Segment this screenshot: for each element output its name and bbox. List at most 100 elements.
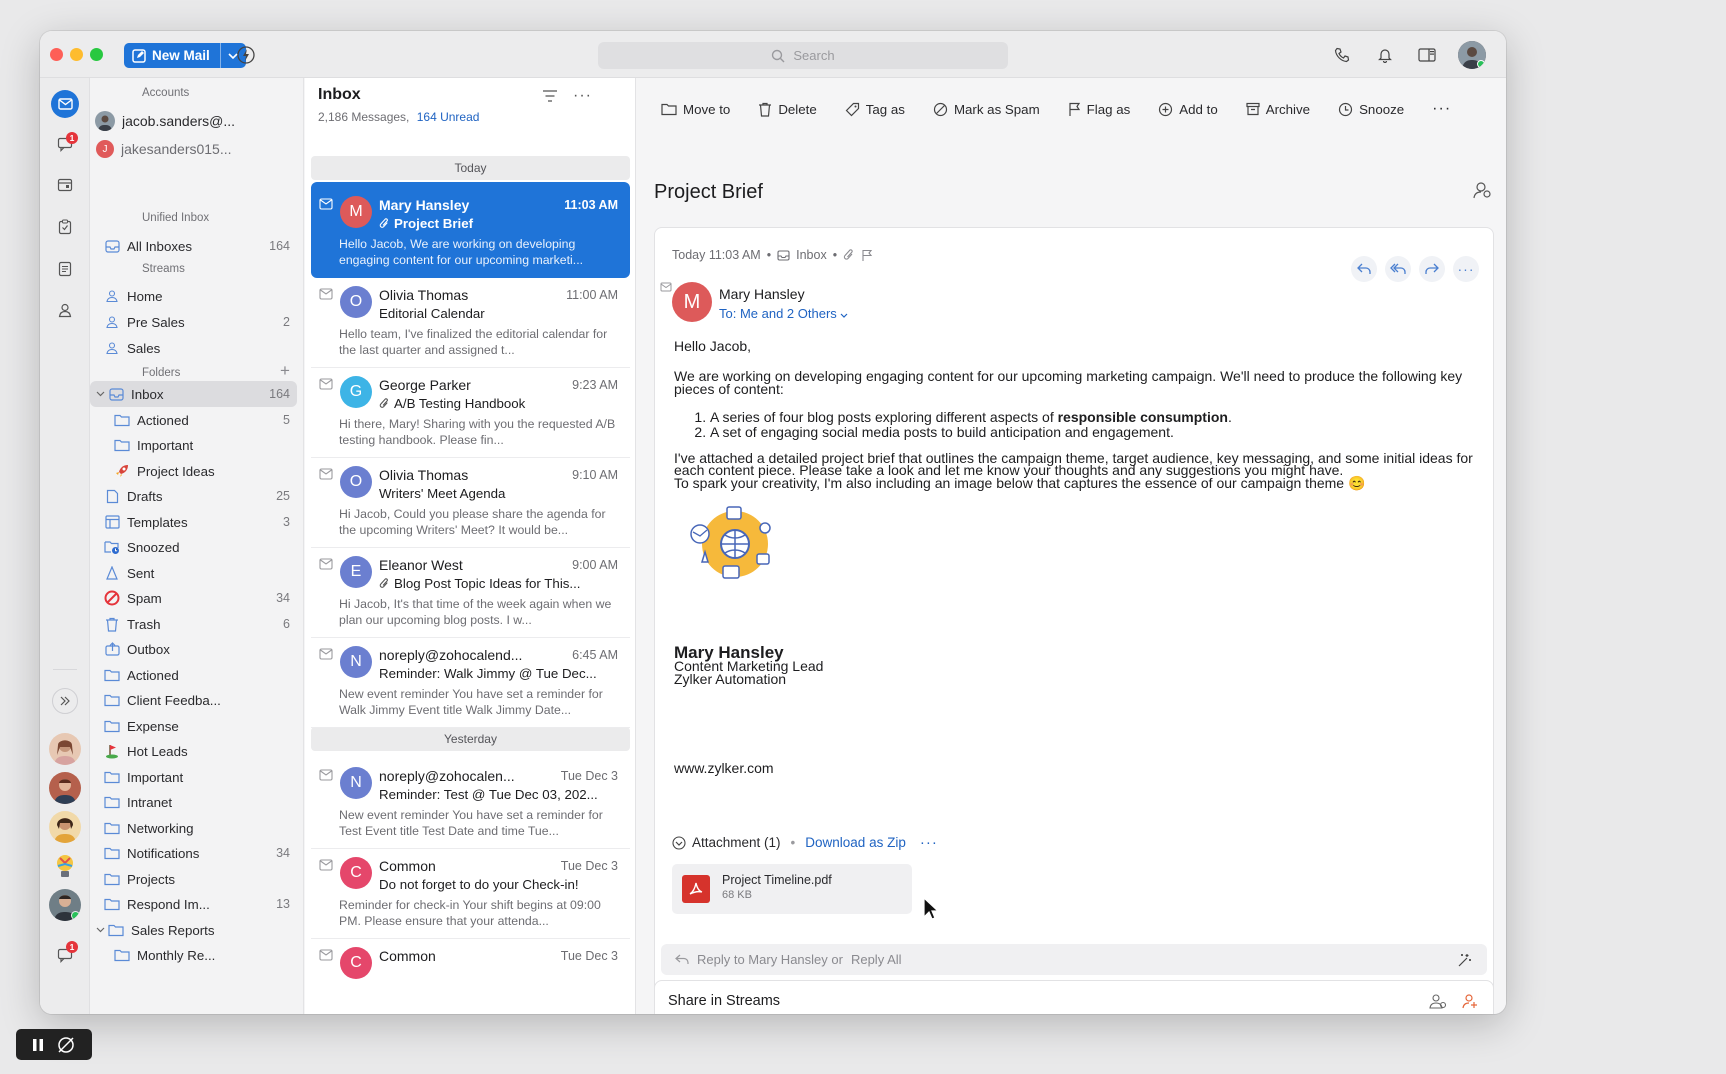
move-to-button[interactable]: Move to xyxy=(661,102,730,117)
add-folder-icon[interactable]: + xyxy=(280,361,290,381)
add-user-icon[interactable] xyxy=(1461,992,1479,1010)
unread-count-link[interactable]: 164 Unread xyxy=(417,110,480,124)
message-row[interactable]: Nnoreply@zohocalen... Tue Dec 3 Reminder: … xyxy=(311,753,630,849)
archive-button[interactable]: Archive xyxy=(1246,102,1310,117)
folder-item[interactable]: Actioned 5 xyxy=(114,407,297,433)
call-button[interactable] xyxy=(1332,45,1352,65)
folder-item[interactable]: Sales Reports xyxy=(90,917,297,943)
recipients-link[interactable]: To: Me and 2 Others xyxy=(719,306,848,321)
account-item-1[interactable]: jacob.sanders@... xyxy=(94,108,297,134)
rail-tasks[interactable] xyxy=(53,215,77,239)
rail-contacts[interactable] xyxy=(53,298,77,322)
download-zip-link[interactable]: Download as Zip xyxy=(805,835,906,850)
user-avatar[interactable] xyxy=(1458,41,1486,69)
folder-item[interactable]: Networking xyxy=(104,815,297,841)
message-row[interactable]: M Mary Hansley 11:03 AM Project Brief Hello … xyxy=(311,182,630,278)
folder-item[interactable]: Sent xyxy=(104,560,297,586)
folder-item[interactable]: Drafts 25 xyxy=(104,483,297,509)
contact-avatar-2[interactable] xyxy=(49,772,81,804)
all-inboxes-item[interactable]: All Inboxes 164 xyxy=(104,233,297,259)
attachment-file[interactable]: Project Timeline.pdf 68 KB xyxy=(672,864,912,914)
folder-item[interactable]: Notifications 34 xyxy=(104,840,297,866)
contact-avatar-5[interactable] xyxy=(49,889,81,921)
rail-notes[interactable] xyxy=(53,257,77,281)
rail-mail[interactable] xyxy=(51,90,79,118)
message-folder[interactable]: Inbox xyxy=(796,248,827,262)
rail-calendar[interactable] xyxy=(53,173,77,197)
new-mail-button[interactable]: New Mail xyxy=(124,43,246,68)
unread-envelope-icon[interactable] xyxy=(319,198,333,210)
filter-button[interactable] xyxy=(542,89,558,108)
snooze-button[interactable]: Snooze xyxy=(1338,102,1404,117)
reply-button[interactable] xyxy=(1351,256,1377,282)
reply-to-label[interactable]: Reply to Mary Hansley or xyxy=(697,952,843,967)
folder-item[interactable]: Actioned xyxy=(104,662,297,688)
quick-reply-bar[interactable]: Reply to Mary Hansley or Reply All xyxy=(661,944,1487,975)
message-row[interactable]: O Olivia Thomas 11:00 AM Editorial Calendar… xyxy=(311,272,630,368)
flag-as-button[interactable]: Flag as xyxy=(1068,102,1130,117)
contact-avatar-1[interactable] xyxy=(49,733,81,765)
delete-button[interactable]: Delete xyxy=(758,102,817,117)
zoom-window-button[interactable] xyxy=(90,48,103,61)
rail-chat[interactable]: 1 xyxy=(53,132,78,156)
folder-item[interactable]: Spam 34 xyxy=(104,585,297,611)
message-row[interactable]: O Olivia Thomas 9:10 AM Writers' Meet Agend… xyxy=(311,452,630,548)
unread-envelope-icon[interactable] xyxy=(319,949,333,961)
close-window-button[interactable] xyxy=(50,48,63,61)
contact-avatar-3[interactable] xyxy=(49,811,81,843)
rail-messages[interactable]: 1 xyxy=(53,941,78,967)
unread-envelope-icon[interactable] xyxy=(319,378,333,390)
stream-item-home[interactable]: Home xyxy=(104,283,297,309)
folder-item[interactable]: Trash 6 xyxy=(104,611,297,637)
magic-wand-icon[interactable] xyxy=(1457,952,1473,968)
reply-all-button[interactable] xyxy=(1385,256,1411,282)
website-link[interactable]: www.zylker.com xyxy=(674,760,774,776)
message-more-button[interactable]: ··· xyxy=(1453,256,1479,282)
unread-envelope-icon[interactable] xyxy=(319,859,333,871)
group-icon[interactable] xyxy=(1429,992,1447,1010)
message-row[interactable]: C Common Tue Dec 3 Do not forget to do your… xyxy=(311,843,630,939)
quick-actions-button[interactable] xyxy=(236,45,256,65)
sender-avatar[interactable]: M xyxy=(672,282,712,322)
add-to-button[interactable]: Add to xyxy=(1158,102,1218,117)
folder-item[interactable]: Projects xyxy=(104,866,297,892)
pause-icon[interactable] xyxy=(32,1038,44,1052)
folder-item[interactable]: Important xyxy=(114,432,297,458)
folder-item[interactable]: Snoozed xyxy=(104,534,297,560)
contact-avatar-4[interactable] xyxy=(49,850,81,882)
folder-item[interactable]: Inbox 164 xyxy=(90,381,297,407)
account-item-2[interactable]: J jakesanders015... xyxy=(94,136,297,162)
tag-as-button[interactable]: Tag as xyxy=(845,102,905,117)
search-input[interactable]: Search xyxy=(598,42,1008,69)
message-row[interactable]: E Eleanor West 9:00 AM Blog Post Topic Idea… xyxy=(311,542,630,638)
message-row[interactable]: G George Parker 9:23 AM A/B Testing Handboo… xyxy=(311,362,630,458)
folder-item[interactable]: Important xyxy=(104,764,297,790)
flag-icon[interactable] xyxy=(861,249,873,262)
folder-item[interactable]: Respond Im... 13 xyxy=(104,891,297,917)
unread-envelope-icon[interactable] xyxy=(319,558,333,570)
new-mail-main[interactable]: New Mail xyxy=(124,43,221,68)
attachment-more-button[interactable]: ··· xyxy=(920,834,938,851)
folder-item[interactable]: Monthly Re... xyxy=(114,942,297,968)
folder-item[interactable]: Outbox xyxy=(104,636,297,662)
forward-button[interactable] xyxy=(1419,256,1445,282)
stream-item-pre-sales[interactable]: Pre Sales 2 xyxy=(104,309,297,335)
unread-envelope-icon[interactable] xyxy=(319,468,333,480)
expand-rail-button[interactable] xyxy=(52,688,78,714)
message-row[interactable]: Nnoreply@zohocalend... 6:45 AM Reminder: W… xyxy=(311,632,630,728)
folder-item[interactable]: Expense xyxy=(104,713,297,739)
folder-item[interactable]: Templates 3 xyxy=(104,509,297,535)
more-actions-button[interactable]: ··· xyxy=(1432,100,1451,118)
list-more-button[interactable]: ··· xyxy=(573,87,592,105)
folder-item[interactable]: Intranet xyxy=(104,789,297,815)
notifications-button[interactable] xyxy=(1375,45,1395,65)
layout-toggle-button[interactable] xyxy=(1417,45,1437,65)
minimize-window-button[interactable] xyxy=(70,48,83,61)
mark-as-spam-button[interactable]: Mark as Spam xyxy=(933,102,1040,117)
folder-item[interactable]: Client Feedba... xyxy=(104,687,297,713)
folder-item[interactable]: Project Ideas xyxy=(114,458,297,484)
unread-envelope-icon[interactable] xyxy=(319,648,333,660)
chevron-down-circle-icon[interactable] xyxy=(672,835,686,850)
chevron-down-icon[interactable] xyxy=(94,386,106,402)
participants-button[interactable] xyxy=(1472,181,1492,204)
